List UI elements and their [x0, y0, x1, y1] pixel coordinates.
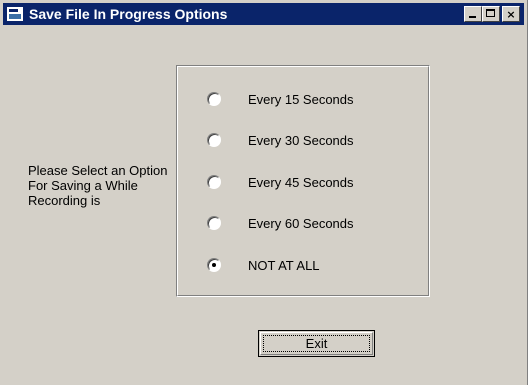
option-label[interactable]: Every 30 Seconds	[248, 133, 354, 148]
option-label[interactable]: Every 45 Seconds	[248, 175, 354, 190]
radio-button[interactable]	[207, 175, 221, 189]
maximize-icon	[486, 9, 495, 17]
prompt-label: Please Select an Option For Saving a Whi…	[28, 163, 168, 208]
close-button[interactable]: ×	[502, 6, 520, 22]
option-every-60-seconds[interactable]: Every 60 Seconds	[207, 214, 354, 232]
options-group: Every 15 Seconds Every 30 Seconds Every …	[176, 65, 430, 297]
caption-buttons: ×	[464, 6, 520, 22]
exit-button[interactable]: Exit	[258, 330, 375, 357]
window-title: Save File In Progress Options	[29, 6, 228, 22]
exit-button-label: Exit	[305, 336, 328, 351]
radio-button[interactable]	[207, 216, 221, 230]
minimize-button[interactable]	[464, 6, 482, 22]
dialog-window: Save File In Progress Options × Please S…	[0, 0, 528, 385]
minimize-icon	[469, 16, 476, 18]
title-bar[interactable]: Save File In Progress Options ×	[3, 3, 524, 25]
option-label[interactable]: NOT AT ALL	[248, 258, 320, 273]
app-window-icon[interactable]	[7, 7, 23, 21]
option-label[interactable]: Every 60 Seconds	[248, 216, 354, 231]
radio-button[interactable]	[207, 258, 221, 272]
option-label[interactable]: Every 15 Seconds	[248, 92, 354, 107]
close-icon: ×	[506, 7, 516, 21]
radio-button[interactable]	[207, 133, 221, 147]
option-every-15-seconds[interactable]: Every 15 Seconds	[207, 90, 354, 108]
radio-button[interactable]	[207, 92, 221, 106]
maximize-button[interactable]	[482, 6, 500, 22]
option-every-30-seconds[interactable]: Every 30 Seconds	[207, 131, 354, 149]
option-every-45-seconds[interactable]: Every 45 Seconds	[207, 173, 354, 191]
option-not-at-all[interactable]: NOT AT ALL	[207, 256, 320, 274]
